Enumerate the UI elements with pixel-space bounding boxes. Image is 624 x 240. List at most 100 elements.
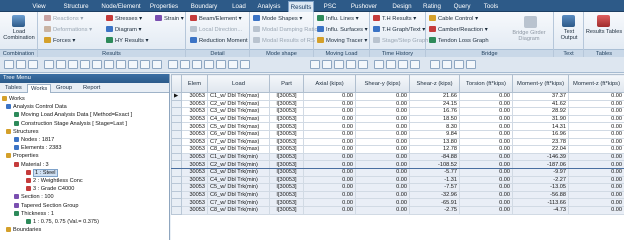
toolbar-button-icon[interactable] [466, 60, 476, 69]
table-cell[interactable]: 0.00 [459, 99, 513, 109]
table-row[interactable]: 30053 C5_w/ Dbl Trk(max) I[30053] 0.00 0.00 8… [171, 122, 624, 131]
camber-reaction-button[interactable]: Camber/Reaction ▾ [429, 25, 488, 35]
toolbar-button-icon[interactable] [168, 60, 178, 69]
toolbar-button-icon[interactable] [92, 60, 102, 69]
toolbar-button-icon[interactable] [310, 60, 320, 69]
table-cell[interactable]: 0.00 [459, 167, 513, 177]
table-cell[interactable]: C6_w/ Dbl Trk(max) [207, 129, 270, 139]
tree-node[interactable]: Thickness : 1 [14, 210, 54, 218]
toolbar-button-icon[interactable] [454, 60, 464, 69]
tendon-loss-graph-button[interactable]: Tendon Loss Graph [429, 36, 489, 46]
table-cell[interactable]: 0.00 [568, 92, 624, 101]
table-row[interactable]: 30053 C3_w/ Dbl Trk(max) I[30053] 0.00 0.00 1… [171, 107, 624, 116]
tree-node[interactable]: Tapered Section Group [14, 202, 79, 210]
results-tables-button[interactable]: Results Tables [585, 29, 623, 35]
row-header[interactable] [171, 190, 182, 200]
table-cell[interactable]: 30053 [181, 167, 208, 177]
menu-tab-psc[interactable]: PSC [319, 1, 341, 12]
tree-node[interactable]: Nodes : 1817 [14, 136, 54, 144]
toolbar-button-icon[interactable] [192, 60, 202, 69]
row-header[interactable] [171, 160, 182, 169]
table-cell[interactable]: 0.00 [355, 99, 410, 109]
table-cell[interactable]: -13.05 [512, 183, 569, 192]
menu-tab-results[interactable]: Results [288, 1, 314, 12]
table-cell[interactable]: -4.73 [512, 205, 569, 215]
column-header[interactable]: Shear-z (kips) [409, 74, 460, 93]
table-cell[interactable]: C2_w/ Dbl Trk(max) [207, 99, 270, 109]
reactions-button[interactable]: Reactions ▾ [44, 14, 83, 24]
tree-node[interactable]: 1 : 0.75, 0.75 (Val.= 0.375) [26, 218, 99, 226]
row-header[interactable] [171, 152, 182, 162]
table-cell[interactable]: 21.66 [409, 92, 460, 101]
tree-node[interactable]: Boundaries [6, 226, 41, 234]
table-cell[interactable]: 0.00 [355, 160, 410, 169]
row-header[interactable] [171, 99, 182, 109]
table-cell[interactable]: 28.92 [512, 107, 569, 116]
row-header[interactable] [171, 122, 182, 131]
table-cell[interactable]: 0.00 [355, 107, 410, 116]
toolbar-button-icon[interactable] [180, 60, 190, 69]
table-cell[interactable]: 0.00 [459, 107, 513, 116]
table-cell[interactable]: -2.75 [409, 205, 460, 215]
toolbar-button-icon[interactable] [398, 60, 408, 69]
table-cell[interactable]: 0.00 [355, 129, 410, 139]
table-cell[interactable]: 0.00 [303, 122, 356, 131]
table-cell[interactable]: 0.00 [303, 92, 356, 101]
load-combination-button[interactable]: Load Combination [1, 29, 37, 41]
table-row[interactable]: 30053 C6_w/ Dbl Trk(max) I[30053] 0.00 0.00 9… [171, 129, 624, 139]
toolbar-button-icon[interactable] [358, 60, 368, 69]
table-row[interactable]: 30053 C8_w/ Dbl Trk(max) I[30053] 0.00 0.00 1… [171, 145, 624, 154]
tree-tab-group[interactable]: Group [53, 84, 75, 93]
table-cell[interactable]: 14.31 [512, 122, 569, 131]
table-cell[interactable]: 0.00 [355, 145, 410, 154]
table-row[interactable]: 30053 C8_w/ Dbl Trk(min) I[30053] 0.00 0.00-… [171, 205, 624, 215]
table-cell[interactable]: 0.00 [568, 175, 624, 185]
row-header[interactable] [171, 198, 182, 207]
table-cell[interactable]: -146.39 [512, 152, 569, 162]
tree-node[interactable]: Structures [6, 128, 39, 136]
load-combination-icon[interactable] [12, 15, 25, 27]
table-cell[interactable]: 24.15 [409, 99, 460, 109]
row-header[interactable] [171, 183, 182, 192]
th-graph-text-button[interactable]: T.H Graph/Text ▾ [373, 25, 425, 35]
table-cell[interactable]: 0.00 [355, 167, 410, 177]
table-cell[interactable]: 0.00 [303, 152, 356, 162]
table-cell[interactable]: 0.00 [355, 137, 410, 147]
table-cell[interactable]: 30053 [181, 92, 208, 101]
table-cell[interactable]: 0.00 [568, 122, 624, 131]
table-cell[interactable]: 30053 [181, 152, 208, 162]
tree-node[interactable]: Material : 3 [14, 161, 49, 169]
table-cell[interactable]: 13.80 [409, 137, 460, 147]
table-cell[interactable]: 30053 [181, 160, 208, 169]
table-cell[interactable]: 18.50 [409, 114, 460, 124]
toolbar-button-icon[interactable] [386, 60, 396, 69]
menu-tab-design[interactable]: Design [388, 1, 416, 12]
toolbar-button-icon[interactable] [240, 60, 250, 69]
table-cell[interactable]: 30053 [181, 114, 208, 124]
table-row[interactable]: 30053 C2_w/ Dbl Trk(min) I[30053] 0.00 0.00-… [171, 160, 624, 169]
table-cell[interactable]: 0.00 [568, 107, 624, 116]
toolbar-button-icon[interactable] [430, 60, 440, 69]
toolbar-button-icon[interactable] [216, 60, 226, 69]
column-header[interactable]: Shear-y (kips) [355, 74, 410, 93]
column-header[interactable]: Moment-z (ft*kips) [568, 74, 624, 93]
table-cell[interactable]: 12.78 [409, 145, 460, 154]
toolbar-button-icon[interactable] [104, 60, 114, 69]
table-cell[interactable]: 0.00 [355, 122, 410, 131]
table-cell[interactable]: C8_w/ Dbl Trk(min) [207, 205, 270, 215]
stage-step-graph-button[interactable]: Stage/Step Graph [373, 36, 428, 46]
table-row[interactable]: 30053 C3_w/ Dbl Trk(min) I[30053] 0.00 0.00-… [171, 167, 624, 177]
tree-tab-works[interactable]: Works [27, 84, 52, 93]
table-cell[interactable]: I[30053] [269, 99, 304, 109]
table-cell[interactable]: C6_w/ Dbl Trk(min) [207, 190, 270, 200]
toolbar-button-icon[interactable] [28, 60, 38, 69]
table-cell[interactable]: -2.27 [512, 175, 569, 185]
toolbar-button-icon[interactable] [4, 60, 14, 69]
table-cell[interactable]: 16.76 [409, 107, 460, 116]
table-cell[interactable]: 8.30 [409, 122, 460, 131]
influ-lines-button[interactable]: Influ. Lines ▾ [317, 14, 359, 24]
table-cell[interactable]: C8_w/ Dbl Trk(max) [207, 145, 270, 154]
table-cell[interactable]: 30053 [181, 107, 208, 116]
table-cell[interactable]: 0.00 [355, 198, 410, 207]
tree-node[interactable]: Properties [6, 152, 39, 160]
